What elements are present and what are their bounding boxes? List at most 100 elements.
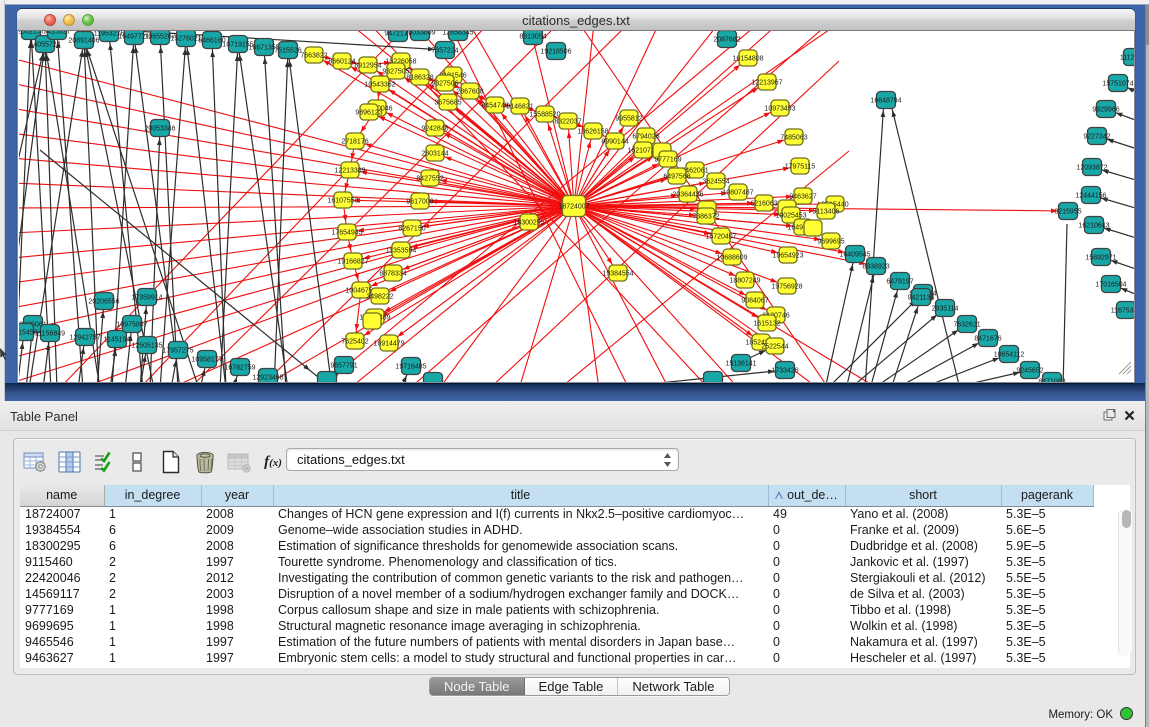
table-cell[interactable]: 0 xyxy=(768,618,845,634)
graph-edge[interactable] xyxy=(380,84,574,206)
table-cell[interactable]: 5.9E–5 xyxy=(1001,538,1093,554)
table-cell[interactable]: 1 xyxy=(104,506,201,522)
table-cell[interactable]: 0 xyxy=(768,522,845,538)
table-cell[interactable]: 0 xyxy=(768,586,845,602)
graph-node[interactable] xyxy=(363,313,381,329)
network-window-titlebar[interactable]: citations_edges.txt xyxy=(17,9,1135,31)
table-cell[interactable]: Stergiakouli et al. (2012) xyxy=(845,570,1001,586)
graph-edge[interactable] xyxy=(574,206,599,382)
table-cell[interactable]: 5.3E–5 xyxy=(1001,506,1093,522)
table-cell[interactable]: Structural magnetic resonance image aver… xyxy=(273,618,768,634)
table-cell[interactable]: 0 xyxy=(768,538,845,554)
graph-edge[interactable] xyxy=(867,324,967,382)
table-cell[interactable]: Changes of HCN gene expression and I(f) … xyxy=(273,506,768,522)
table-cell[interactable]: 5.3E–5 xyxy=(1001,650,1093,666)
table-cell[interactable]: Yano et al. (2008) xyxy=(845,506,1001,522)
table-cell[interactable]: 1997 xyxy=(201,554,273,570)
graph-node[interactable] xyxy=(804,220,822,236)
graph-edge[interactable] xyxy=(186,38,226,382)
table-cell[interactable]: 49 xyxy=(768,506,845,522)
graph-node[interactable] xyxy=(318,372,337,383)
graph-edge[interactable] xyxy=(19,206,574,208)
delete-icon[interactable] xyxy=(190,447,220,477)
table-cell[interactable]: 6 xyxy=(104,538,201,554)
graph-edge[interactable] xyxy=(160,36,178,382)
table-cell[interactable]: Franke et al. (2009) xyxy=(845,522,1001,538)
table-cell[interactable]: Estimation of the future numbers of pati… xyxy=(273,634,768,650)
table-cell[interactable]: 5.3E–5 xyxy=(1001,554,1093,570)
column-header-title[interactable]: title xyxy=(273,485,768,506)
graph-edge[interactable] xyxy=(238,44,288,382)
table-row[interactable]: 911546021997Tourette syndrome. Phenomeno… xyxy=(20,554,1093,570)
table-cell[interactable]: Wolkin et al. (1998) xyxy=(845,618,1001,634)
table-row[interactable]: 969969511998Structural magnetic resonanc… xyxy=(20,618,1093,634)
table-cell[interactable]: 0 xyxy=(768,650,845,666)
column-header-in_degree[interactable]: in_degree xyxy=(104,485,201,506)
table-cell[interactable]: 1 xyxy=(104,650,201,666)
graph-edge[interactable] xyxy=(890,100,960,382)
table-cell[interactable]: 2 xyxy=(104,554,201,570)
scrollbar-thumb[interactable] xyxy=(1122,510,1131,528)
table-cell[interactable]: 2 xyxy=(104,586,201,602)
table-cell[interactable]: 9699695 xyxy=(20,618,104,634)
graph-edge[interactable] xyxy=(825,254,855,382)
graph-node[interactable] xyxy=(424,373,443,383)
float-window-icon[interactable] xyxy=(1103,408,1116,426)
table-cell[interactable]: 18300295 xyxy=(20,538,104,554)
table-cell[interactable]: 1 xyxy=(104,618,201,634)
table-cell[interactable]: 0 xyxy=(768,634,845,650)
table-cell[interactable]: 2003 xyxy=(201,586,273,602)
graph-edge[interactable] xyxy=(574,31,719,206)
table-cell[interactable]: 2008 xyxy=(201,506,273,522)
tab-network-table[interactable]: Network Table xyxy=(618,678,728,695)
table-cell[interactable]: Hescheler et al. (1997) xyxy=(845,650,1001,666)
table-cell[interactable]: 1 xyxy=(104,602,201,618)
table-cell[interactable]: Nakamura et al. (1997) xyxy=(845,634,1001,650)
table-cell[interactable]: de Silva et al. (2003) xyxy=(845,586,1001,602)
table-cell[interactable]: 1 xyxy=(104,634,201,650)
graph-edge[interactable] xyxy=(559,151,849,382)
table-cell[interactable]: 5.5E–5 xyxy=(1001,570,1093,586)
table-vertical-scrollbar[interactable] xyxy=(1118,509,1132,656)
table-cell[interactable]: 0 xyxy=(768,554,845,570)
table-row[interactable]: 1938455462009Genome–wide association stu… xyxy=(20,522,1093,538)
table-cell[interactable]: 9463627 xyxy=(20,650,104,666)
table-cell[interactable]: 2008 xyxy=(201,538,273,554)
table-cell[interactable]: Estimation of significance thresholds fo… xyxy=(273,538,768,554)
select-columns-icon[interactable] xyxy=(88,447,118,477)
close-panel-icon[interactable] xyxy=(1124,408,1135,426)
table-row[interactable]: 946554611997Estimation of the future num… xyxy=(20,634,1093,650)
network-canvas[interactable]: 2002157140557249415927208914061195327616… xyxy=(19,31,1134,382)
graph-edge[interactable] xyxy=(369,112,574,206)
table-cell[interactable]: 2009 xyxy=(201,522,273,538)
desktop-right-scrollbar[interactable] xyxy=(1145,5,1149,727)
graph-edge[interactable] xyxy=(1063,224,1067,382)
column-header-pagerank[interactable]: pagerank xyxy=(1001,485,1093,506)
tab-edge-table[interactable]: Edge Table xyxy=(525,678,619,695)
table-cell[interactable]: Tourette syndrome. Phenomenology and cla… xyxy=(273,554,768,570)
table-cell[interactable]: 22420046 xyxy=(20,570,104,586)
function-builder-icon[interactable]: f(x) xyxy=(258,447,288,477)
table-cell[interactable]: 2 xyxy=(104,570,201,586)
table-row[interactable]: 946362711997Embryonic stem cells: a mode… xyxy=(20,650,1093,666)
row-height-icon[interactable] xyxy=(122,447,152,477)
graph-node[interactable] xyxy=(704,372,723,383)
table-cell[interactable]: 9777169 xyxy=(20,602,104,618)
graph-edge[interactable] xyxy=(19,108,574,206)
table-cell[interactable]: Disruption of a novel member of a sodium… xyxy=(273,586,768,602)
table-cell[interactable]: 0 xyxy=(768,602,845,618)
memory-status-indicator[interactable] xyxy=(1120,707,1133,720)
table-cell[interactable]: 5.3E–5 xyxy=(1001,586,1093,602)
table-row[interactable]: 1830029562008Estimation of significance … xyxy=(20,538,1093,554)
table-row[interactable]: 1456911722003Disruption of a novel membe… xyxy=(20,586,1093,602)
graph-edge[interactable] xyxy=(274,50,288,382)
table-cell[interactable]: Tibbo et al. (1998) xyxy=(845,602,1001,618)
table-cell[interactable]: Embryonic stem cells: a model to study s… xyxy=(273,650,768,666)
table-cell[interactable]: 5.6E–5 xyxy=(1001,522,1093,538)
graph-edge[interactable] xyxy=(845,308,945,382)
table-cell[interactable]: 1998 xyxy=(201,618,273,634)
node-table[interactable]: namein_degreeyeartitleout_de…shortpagera… xyxy=(20,485,1094,666)
table-cell[interactable]: Dudbridge et al. (2008) xyxy=(845,538,1001,554)
graph-edge[interactable] xyxy=(160,38,186,382)
table-cell[interactable]: 9465546 xyxy=(20,634,104,650)
